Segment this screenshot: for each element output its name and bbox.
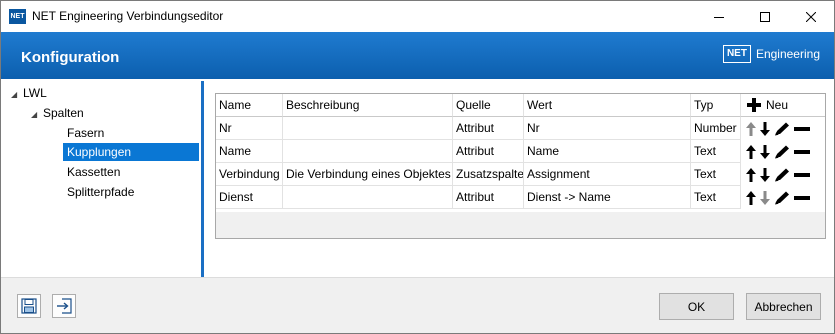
pencil-icon[interactable] — [774, 122, 790, 136]
expanded-arrow-icon[interactable]: ◢ — [31, 106, 43, 124]
cancel-button[interactable]: Abbrechen — [746, 293, 821, 320]
cell-quelle[interactable]: Zusatzspalte — [453, 163, 524, 186]
ok-button[interactable]: OK — [659, 293, 734, 320]
plus-icon — [747, 98, 761, 112]
arrow-up-icon[interactable] — [746, 121, 756, 136]
cell-beschreibung[interactable]: Die Verbindung eines Objektes — [283, 163, 453, 186]
cell-quelle[interactable]: Attribut — [453, 186, 524, 209]
new-column-button[interactable]: Neu — [741, 94, 825, 117]
splitter[interactable] — [201, 81, 204, 277]
columns-grid: Name Beschreibung Quelle Wert Typ Neu Nr… — [215, 93, 826, 239]
arrow-up-icon[interactable] — [746, 167, 756, 182]
new-label: Neu — [766, 97, 789, 112]
cell-beschreibung[interactable] — [283, 186, 453, 209]
config-header: Konfiguration NET Engineering — [1, 32, 834, 79]
cell-quelle[interactable]: Attribut — [453, 117, 524, 140]
cell-wert[interactable]: Dienst -> Name — [524, 186, 691, 209]
tree-item-kassetten[interactable]: Kassetten — [63, 163, 124, 181]
tree-item-label: Kassetten — [67, 165, 121, 179]
minus-icon[interactable] — [794, 122, 810, 136]
cell-quelle[interactable]: Attribut — [453, 140, 524, 163]
row-actions — [746, 140, 814, 163]
column-header-name[interactable]: Name — [216, 94, 283, 117]
row-actions — [746, 186, 814, 209]
arrow-down-icon[interactable] — [760, 167, 770, 182]
brand-text: Engineering — [755, 47, 820, 61]
tree-item-splitterpfade[interactable]: Splitterpfade — [63, 183, 138, 201]
pencil-icon[interactable] — [774, 191, 790, 205]
pencil-icon[interactable] — [774, 168, 790, 182]
config-tree: ◢ LWL ◢ Spalten Fasern Kupplungen Kassette… — [3, 81, 200, 277]
minimize-icon — [714, 16, 724, 18]
column-header-quelle[interactable]: Quelle — [453, 94, 524, 117]
tree-node-lwl[interactable]: ◢ LWL — [11, 84, 47, 102]
arrow-up-icon[interactable] — [746, 144, 756, 159]
pencil-icon[interactable] — [774, 145, 790, 159]
tree-item-kupplungen[interactable]: Kupplungen — [63, 143, 199, 161]
close-button[interactable] — [788, 1, 834, 32]
arrow-down-icon[interactable] — [760, 144, 770, 159]
maximize-button[interactable] — [742, 1, 788, 32]
cell-typ[interactable]: Number — [691, 117, 741, 140]
column-header-typ[interactable]: Typ — [691, 94, 741, 117]
close-icon — [806, 11, 816, 22]
tree-item-label: Fasern — [67, 126, 105, 140]
tree-node-label: Spalten — [43, 106, 84, 120]
minus-icon[interactable] — [794, 145, 810, 159]
expanded-arrow-icon[interactable]: ◢ — [11, 86, 23, 104]
brand-box: NET — [722, 45, 751, 63]
title-bar[interactable]: NET NET Engineering Verbindungseditor — [1, 1, 834, 32]
cell-beschreibung[interactable] — [283, 140, 453, 163]
row-actions — [746, 163, 814, 186]
cell-name[interactable]: Verbindung — [216, 163, 283, 186]
column-header-beschreibung[interactable]: Beschreibung — [283, 94, 453, 117]
tree-node-spalten[interactable]: ◢ Spalten — [31, 104, 84, 122]
export-icon — [57, 298, 72, 314]
footer-bar: OK Abbrechen — [1, 277, 834, 333]
cell-name[interactable]: Dienst — [216, 186, 283, 209]
column-header-wert[interactable]: Wert — [524, 94, 691, 117]
main-window: NET NET Engineering Verbindungseditor Ko… — [0, 0, 835, 334]
tree-item-label: Kupplungen — [67, 145, 132, 159]
cell-wert[interactable]: Nr — [524, 117, 691, 140]
window-title: NET Engineering Verbindungseditor — [32, 9, 224, 23]
cell-name[interactable]: Name — [216, 140, 283, 163]
cell-name[interactable]: Nr — [216, 117, 283, 140]
page-title: Konfiguration — [21, 49, 120, 66]
cell-typ[interactable]: Text — [691, 186, 741, 209]
brand-logo: NET Engineering — [722, 45, 820, 63]
save-icon — [21, 298, 37, 314]
row-actions — [746, 117, 814, 140]
app-icon: NET — [9, 9, 26, 24]
save-button[interactable] — [17, 294, 41, 318]
arrow-up-icon[interactable] — [746, 190, 756, 205]
minimize-button[interactable] — [696, 1, 742, 32]
cell-wert[interactable]: Assignment — [524, 163, 691, 186]
grid-body: Name Beschreibung Quelle Wert Typ Neu Nr… — [216, 94, 825, 212]
cell-typ[interactable]: Text — [691, 163, 741, 186]
cell-wert[interactable]: Name — [524, 140, 691, 163]
minus-icon[interactable] — [794, 168, 810, 182]
tree-item-label: Splitterpfade — [67, 185, 135, 199]
export-button[interactable] — [52, 294, 76, 318]
maximize-icon — [760, 11, 770, 22]
cell-typ[interactable]: Text — [691, 140, 741, 163]
arrow-down-icon[interactable] — [760, 121, 770, 136]
minus-icon[interactable] — [794, 191, 810, 205]
cell-beschreibung[interactable] — [283, 117, 453, 140]
tree-node-label: LWL — [23, 86, 47, 100]
arrow-down-icon[interactable] — [760, 190, 770, 205]
tree-item-fasern[interactable]: Fasern — [63, 124, 108, 142]
content-panel: Name Beschreibung Quelle Wert Typ Neu Nr… — [205, 81, 832, 277]
